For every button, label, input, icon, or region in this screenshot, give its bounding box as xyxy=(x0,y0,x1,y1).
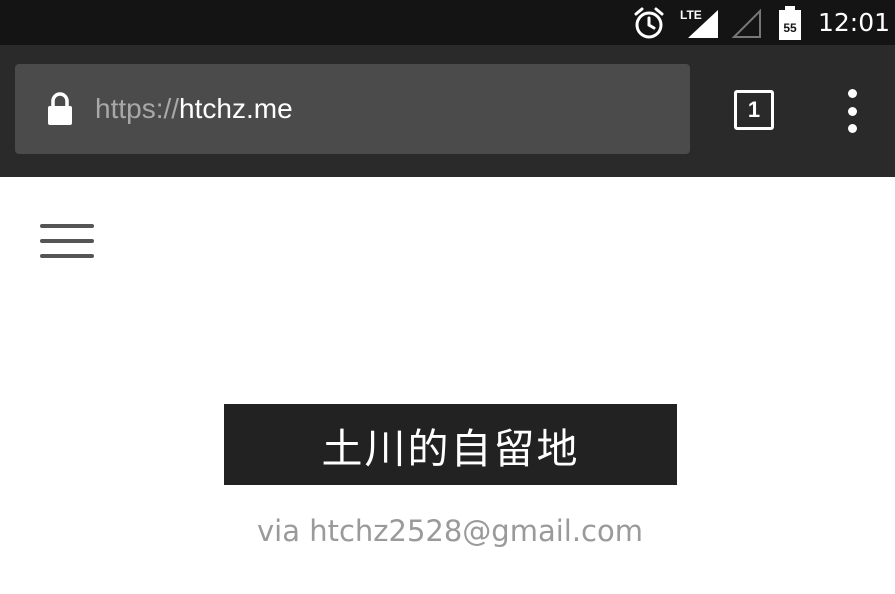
menu-dot xyxy=(847,106,857,116)
lock-icon[interactable] xyxy=(46,92,74,126)
hamburger-line xyxy=(40,224,94,228)
site-title[interactable]: 土川的自留地 xyxy=(224,404,677,485)
battery-level: 55 xyxy=(783,21,797,35)
battery-icon: 55 xyxy=(778,0,804,45)
status-clock: 12:01 xyxy=(818,8,891,37)
tabs-icon: 1 xyxy=(734,90,774,130)
overflow-menu-icon[interactable] xyxy=(836,89,868,133)
tabs-button[interactable]: 1 xyxy=(733,89,775,131)
url-text[interactable]: https://htchz.me xyxy=(95,64,293,154)
url-bar[interactable]: https://htchz.me xyxy=(15,64,690,154)
menu-dot xyxy=(847,124,857,133)
url-host: htchz.me xyxy=(179,93,293,124)
signal-empty-icon xyxy=(730,0,764,45)
status-bar: LTE 55 12:01 xyxy=(0,0,895,45)
menu-dot xyxy=(847,89,857,98)
tab-count: 1 xyxy=(747,97,761,122)
hamburger-menu-icon[interactable] xyxy=(40,224,94,258)
hamburger-line xyxy=(40,254,94,258)
hamburger-line xyxy=(40,239,94,243)
lte-label: LTE xyxy=(680,8,702,22)
alarm-icon xyxy=(632,0,668,45)
contact-text: via htchz2528@gmail.com xyxy=(256,514,643,548)
lte-signal-icon: LTE xyxy=(680,0,722,45)
url-scheme: https:// xyxy=(95,93,180,124)
browser-toolbar: https://htchz.me 1 xyxy=(0,45,895,177)
